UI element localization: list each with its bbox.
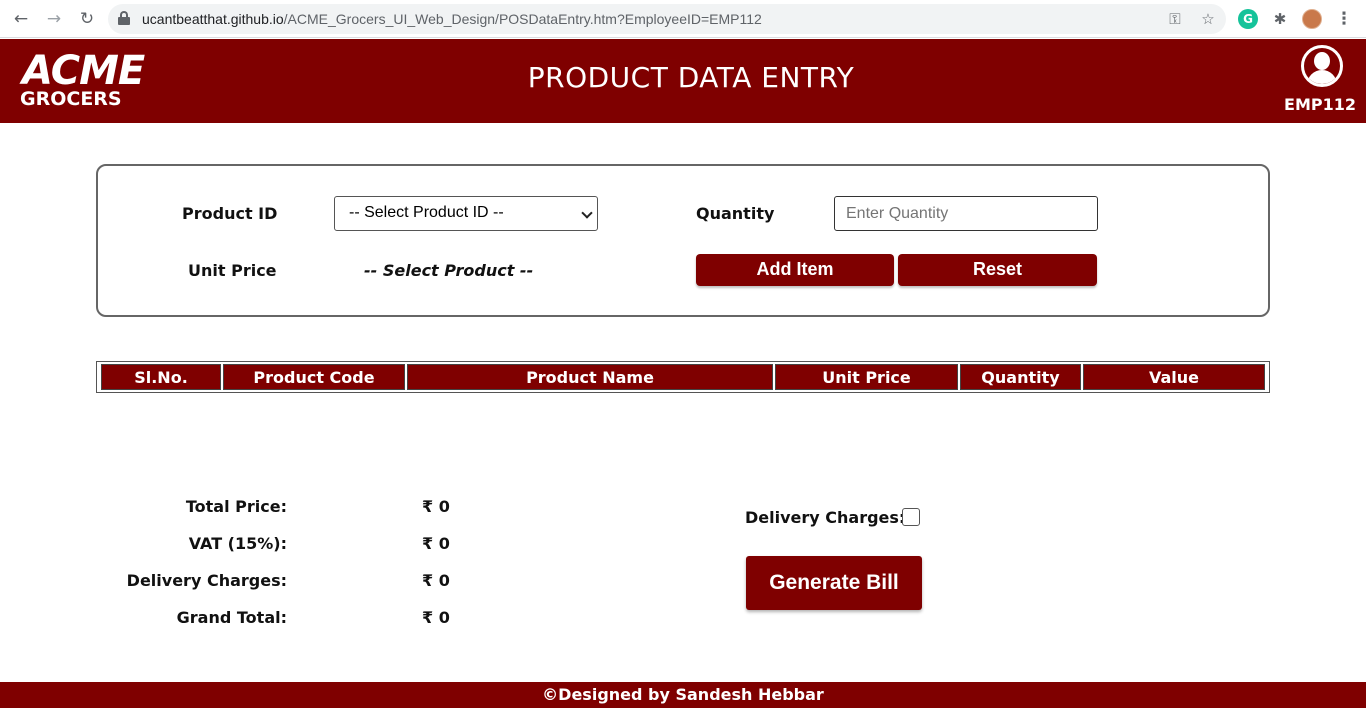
total-price-value: ₹ 0 <box>422 497 450 516</box>
forward-icon[interactable]: → <box>44 9 64 29</box>
browser-toolbar: ← → ↻ ucantbeatthat.github.io/ACME_Groce… <box>0 0 1366 38</box>
unit-price-value: -- Select Product -- <box>364 261 534 280</box>
quantity-input[interactable]: Enter Quantity <box>834 196 1098 231</box>
page-title: PRODUCT DATA ENTRY <box>527 61 855 94</box>
reset-button[interactable]: Reset <box>898 254 1097 286</box>
lock-icon[interactable] <box>118 11 130 25</box>
grand-total-value: ₹ 0 <box>422 608 450 627</box>
product-entry-form: Product ID -- Select Product ID -- Quant… <box>96 164 1270 317</box>
grand-total-label: Grand Total: <box>176 608 287 627</box>
unit-price-label: Unit Price <box>188 261 277 280</box>
url-text[interactable]: ucantbeatthat.github.io/ACME_Grocers_UI_… <box>142 11 762 27</box>
puzzle-icon[interactable]: ✱ <box>1270 9 1290 29</box>
chevron-down-icon <box>581 207 593 219</box>
url-path: /ACME_Grocers_UI_Web_Design/POSDataEntry… <box>283 11 762 27</box>
items-table: Sl.No. Product Code Product Name Unit Pr… <box>96 361 1270 393</box>
delivery-charges-value: ₹ 0 <box>422 571 450 590</box>
column-header-sl-no: Sl.No. <box>101 364 221 390</box>
footer: ©Designed by Sandesh Hebbar <box>0 682 1366 708</box>
menu-icon[interactable]: ⋮ <box>1334 9 1354 29</box>
quantity-label: Quantity <box>696 204 775 223</box>
profile-avatar-icon[interactable] <box>1302 9 1322 29</box>
table-header-row: Sl.No. Product Code Product Name Unit Pr… <box>101 364 1265 390</box>
star-icon[interactable]: ☆ <box>1199 10 1217 28</box>
column-header-product-name: Product Name <box>407 364 773 390</box>
app-header: ACME GROCERS PRODUCT DATA ENTRY EMP112 <box>0 39 1366 123</box>
delivery-checkbox[interactable] <box>902 508 920 526</box>
user-avatar-icon[interactable] <box>1301 45 1343 87</box>
vat-value: ₹ 0 <box>422 534 450 553</box>
delivery-checkbox-label: Delivery Charges: <box>745 508 906 527</box>
column-header-value: Value <box>1083 364 1265 390</box>
key-icon[interactable]: ⚿ <box>1166 10 1184 28</box>
column-header-quantity: Quantity <box>960 364 1081 390</box>
reload-icon[interactable]: ↻ <box>77 9 97 29</box>
employee-id: EMP112 <box>1284 95 1356 114</box>
total-price-label: Total Price: <box>185 497 287 516</box>
product-id-select[interactable]: -- Select Product ID -- <box>334 196 598 231</box>
column-header-product-code: Product Code <box>223 364 405 390</box>
address-bar[interactable]: ucantbeatthat.github.io/ACME_Grocers_UI_… <box>108 4 1226 34</box>
vat-label: VAT (15%): <box>188 534 287 553</box>
column-header-unit-price: Unit Price <box>775 364 958 390</box>
grammarly-icon[interactable]: G <box>1238 9 1258 29</box>
generate-bill-button[interactable]: Generate Bill <box>746 556 922 610</box>
delivery-charges-label: Delivery Charges: <box>126 571 287 590</box>
url-host: ucantbeatthat.github.io <box>142 11 284 27</box>
product-id-label: Product ID <box>182 204 278 223</box>
add-item-button[interactable]: Add Item <box>696 254 894 286</box>
product-id-select-value: -- Select Product ID -- <box>349 204 504 221</box>
back-icon[interactable]: ← <box>11 9 31 29</box>
